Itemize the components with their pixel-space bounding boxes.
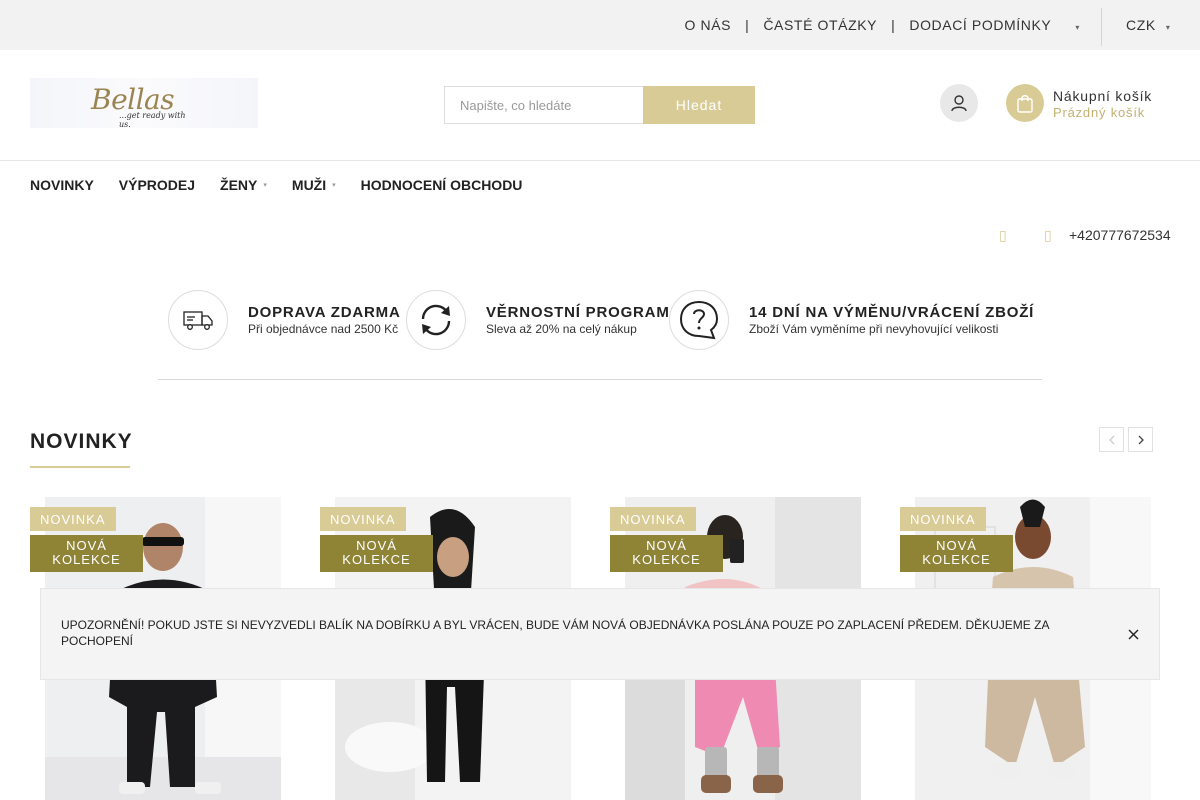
nav-label: ŽENY <box>220 177 258 193</box>
phone-number[interactable]: +420777672534 <box>1069 227 1171 243</box>
badge-new: NOVINKA <box>610 507 696 531</box>
carousel-next-button[interactable] <box>1128 427 1153 452</box>
chevron-down-icon: ▾ <box>263 182 267 189</box>
nav-label: VÝPRODEJ <box>118 177 196 193</box>
badge-new-collection: NOVÁ KOLEKCE <box>30 535 143 572</box>
nav-label: HODNOCENÍ OBCHODU <box>360 177 523 193</box>
notice-text: UPOZORNĚNÍ! POKUD JSTE SI NEVYZVEDLI BAL… <box>61 618 1049 648</box>
benefit-title: DOPRAVA ZDARMA <box>248 304 401 321</box>
benefit-subtitle: Sleva až 20% na celý nákup <box>486 322 637 336</box>
link-delivery-terms[interactable]: DODACÍ PODMÍNKY <box>909 17 1051 33</box>
chevron-down-icon: ▾ <box>332 182 336 189</box>
top-links: O NÁS | ČASTÉ OTÁZKY | DODACÍ PODMÍNKY ▾ <box>685 0 1081 50</box>
nav-item-vyprodej[interactable]: VÝPRODEJ <box>119 177 195 193</box>
section-underline <box>30 466 130 468</box>
badge-new: NOVINKA <box>900 507 986 531</box>
nav-label: MUŽI <box>291 177 327 193</box>
benefit-subtitle: Při objednávce nad 2500 Kč <box>248 322 399 336</box>
cart-button[interactable] <box>1006 84 1044 122</box>
badge-new: NOVINKA <box>320 507 406 531</box>
email-icon[interactable]: ▯ <box>999 227 1007 244</box>
divider <box>158 379 1042 380</box>
section-title: NOVINKY <box>30 430 133 453</box>
separator: | <box>745 17 750 33</box>
chevron-left-icon <box>1108 435 1114 444</box>
more-links-chevron-icon[interactable]: ▾ <box>1075 23 1080 32</box>
logo[interactable]: Bellas ...get ready with us. <box>30 78 258 129</box>
currency-selector[interactable]: CZK ▾ <box>1126 0 1170 50</box>
cart-title[interactable]: Nákupní košík <box>1053 88 1152 104</box>
close-icon <box>1128 629 1138 639</box>
close-button[interactable] <box>1125 626 1141 642</box>
separator: | <box>891 17 896 33</box>
badge-new-collection: NOVÁ KOLEKCE <box>900 535 1013 572</box>
nav-item-novinky[interactable]: NOVINKY <box>30 177 94 193</box>
question-bubble-icon <box>669 290 729 350</box>
nav-item-hodnoceni[interactable]: HODNOCENÍ OBCHODU <box>361 177 523 193</box>
badge-new-collection: NOVÁ KOLEKCE <box>610 535 723 572</box>
cart-status: Prázdný košík <box>1053 105 1146 120</box>
link-faq[interactable]: ČASTÉ OTÁZKY <box>763 17 877 33</box>
search-form: Hledat <box>444 86 755 124</box>
carousel-prev-button[interactable] <box>1099 427 1124 452</box>
benefit-title: 14 DNÍ NA VÝMĚNU/VRÁCENÍ ZBOŽÍ <box>749 304 1035 321</box>
user-icon <box>951 95 967 112</box>
logo-tagline: ...get ready with us. <box>119 111 186 129</box>
search-button[interactable]: Hledat <box>643 86 755 124</box>
loyalty-refresh-icon <box>406 290 466 350</box>
top-bar: O NÁS | ČASTÉ OTÁZKY | DODACÍ PODMÍNKY ▾… <box>0 0 1200 50</box>
benefit-subtitle: Zboží Vám vyměníme při nevyhovující veli… <box>749 322 999 336</box>
nav-item-zeny[interactable]: ŽENY ▾ <box>220 177 267 193</box>
chevron-right-icon <box>1138 435 1144 444</box>
delivery-truck-icon <box>168 290 228 350</box>
main-nav: NOVINKY VÝPRODEJ ŽENY ▾ MUŽI ▾ HODNOCENÍ… <box>30 160 547 210</box>
currency-label: CZK <box>1126 17 1156 33</box>
account-button[interactable] <box>940 84 978 122</box>
chevron-down-icon: ▾ <box>1165 22 1171 32</box>
link-about[interactable]: O NÁS <box>685 17 732 33</box>
notice-banner: UPOZORNĚNÍ! POKUD JSTE SI NEVYZVEDLI BAL… <box>40 588 1160 680</box>
nav-item-muzi[interactable]: MUŽI ▾ <box>292 177 336 193</box>
badge-new-collection: NOVÁ KOLEKCE <box>320 535 433 572</box>
search-input[interactable] <box>444 86 643 124</box>
benefit-title: VĚRNOSTNÍ PROGRAM <box>486 304 670 321</box>
shopping-bag-icon <box>1017 95 1033 113</box>
divider <box>1101 8 1102 46</box>
phone-icon: ▯ <box>1044 227 1052 243</box>
nav-label: NOVINKY <box>30 177 94 193</box>
badge-new: NOVINKA <box>30 507 116 531</box>
